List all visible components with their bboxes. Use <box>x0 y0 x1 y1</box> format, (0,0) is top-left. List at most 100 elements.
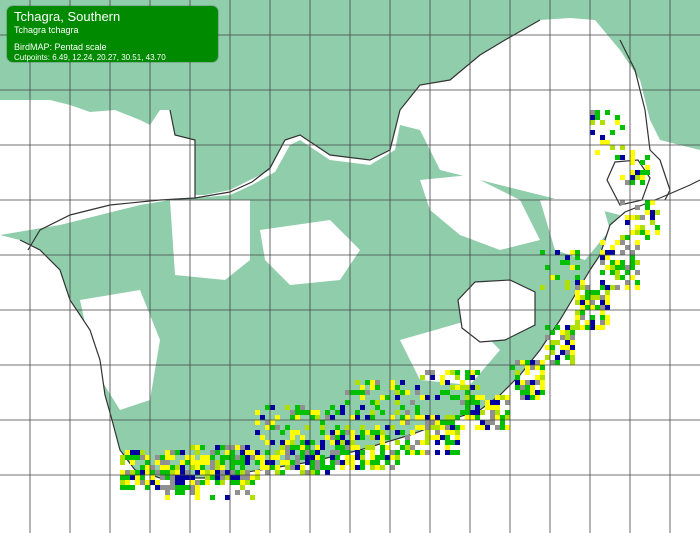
occurrence-pentad-cell <box>225 445 230 450</box>
occurrence-pentad-cell <box>375 385 380 390</box>
occurrence-pentad-cell <box>450 420 455 425</box>
occurrence-pentad-cell <box>590 320 595 325</box>
occurrence-pentad-cell <box>600 270 605 275</box>
occurrence-pentad-cell <box>210 470 215 475</box>
occurrence-pentad-cell <box>575 315 580 320</box>
occurrence-pentad-cell <box>145 480 150 485</box>
occurrence-pentad-cell <box>140 465 145 470</box>
occurrence-pentad-cell <box>635 260 640 265</box>
occurrence-pentad-cell <box>415 440 420 445</box>
occurrence-pentad-cell <box>415 415 420 420</box>
occurrence-pentad-cell <box>330 405 335 410</box>
occurrence-pentad-cell <box>475 405 480 410</box>
occurrence-pentad-cell <box>425 430 430 435</box>
occurrence-pentad-cell <box>245 445 250 450</box>
occurrence-pentad-cell <box>610 245 615 250</box>
occurrence-pentad-cell <box>200 460 205 465</box>
occurrence-pentad-cell <box>645 165 650 170</box>
occurrence-pentad-cell <box>440 375 445 380</box>
occurrence-pentad-cell <box>330 460 335 465</box>
occurrence-pentad-cell <box>310 440 315 445</box>
occurrence-pentad-cell <box>305 455 310 460</box>
occurrence-pentad-cell <box>410 450 415 455</box>
occurrence-pentad-cell <box>245 455 250 460</box>
occurrence-pentad-cell <box>305 450 310 455</box>
occurrence-pentad-cell <box>265 450 270 455</box>
occurrence-pentad-cell <box>600 300 605 305</box>
occurrence-pentad-cell <box>475 395 480 400</box>
occurrence-pentad-cell <box>645 230 650 235</box>
occurrence-pentad-cell <box>125 470 130 475</box>
occurrence-pentad-cell <box>425 435 430 440</box>
occurrence-pentad-cell <box>360 460 365 465</box>
occurrence-pentad-cell <box>365 380 370 385</box>
occurrence-pentad-cell <box>400 405 405 410</box>
occurrence-pentad-cell <box>570 360 575 365</box>
species-legend-panel: Tchagra, Southern Tchagra tchagra BirdMA… <box>7 6 218 62</box>
occurrence-pentad-cell <box>195 470 200 475</box>
occurrence-pentad-cell <box>215 470 220 475</box>
occurrence-pentad-cell <box>165 460 170 465</box>
occurrence-pentad-cell <box>365 390 370 395</box>
occurrence-pentad-cell <box>315 415 320 420</box>
occurrence-pentad-cell <box>265 465 270 470</box>
occurrence-pentad-cell <box>170 465 175 470</box>
occurrence-pentad-cell <box>480 395 485 400</box>
occurrence-pentad-cell <box>465 390 470 395</box>
occurrence-pentad-cell <box>530 365 535 370</box>
occurrence-pentad-cell <box>625 265 630 270</box>
occurrence-pentad-cell <box>360 405 365 410</box>
occurrence-pentad-cell <box>180 470 185 475</box>
occurrence-pentad-cell <box>375 435 380 440</box>
occurrence-pentad-cell <box>205 470 210 475</box>
occurrence-pentad-cell <box>180 475 185 480</box>
occurrence-pentad-cell <box>285 460 290 465</box>
occurrence-pentad-cell <box>500 415 505 420</box>
occurrence-pentad-cell <box>600 305 605 310</box>
occurrence-pentad-cell <box>635 215 640 220</box>
occurrence-pentad-cell <box>395 440 400 445</box>
occurrence-pentad-cell <box>350 445 355 450</box>
occurrence-pentad-cell <box>300 440 305 445</box>
occurrence-pentad-cell <box>270 425 275 430</box>
occurrence-pentad-cell <box>245 470 250 475</box>
occurrence-pentad-cell <box>395 430 400 435</box>
occurrence-pentad-cell <box>230 465 235 470</box>
occurrence-pentad-cell <box>280 445 285 450</box>
occurrence-pentad-cell <box>320 440 325 445</box>
occurrence-pentad-cell <box>610 265 615 270</box>
occurrence-pentad-cell <box>305 440 310 445</box>
occurrence-pentad-cell <box>290 465 295 470</box>
occurrence-pentad-cell <box>525 390 530 395</box>
occurrence-pentad-cell <box>200 470 205 475</box>
occurrence-pentad-cell <box>170 470 175 475</box>
occurrence-pentad-cell <box>505 400 510 405</box>
occurrence-pentad-cell <box>195 480 200 485</box>
occurrence-pentad-cell <box>295 410 300 415</box>
occurrence-pentad-cell <box>375 380 380 385</box>
occurrence-pentad-cell <box>135 450 140 455</box>
occurrence-pentad-cell <box>605 290 610 295</box>
occurrence-pentad-cell <box>505 425 510 430</box>
distribution-map: Tchagra, Southern Tchagra tchagra BirdMA… <box>0 0 700 533</box>
occurrence-pentad-cell <box>445 430 450 435</box>
occurrence-pentad-cell <box>295 405 300 410</box>
occurrence-pentad-cell <box>570 265 575 270</box>
occurrence-pentad-cell <box>325 415 330 420</box>
occurrence-pentad-cell <box>300 435 305 440</box>
occurrence-pentad-cell <box>345 445 350 450</box>
occurrence-pentad-cell <box>165 485 170 490</box>
occurrence-pentad-cell <box>625 245 630 250</box>
occurrence-pentad-cell <box>360 455 365 460</box>
occurrence-pentad-cell <box>145 465 150 470</box>
occurrence-pentad-cell <box>585 305 590 310</box>
occurrence-pentad-cell <box>585 295 590 300</box>
occurrence-pentad-cell <box>640 225 645 230</box>
occurrence-pentad-cell <box>420 395 425 400</box>
occurrence-pentad-cell <box>575 320 580 325</box>
occurrence-pentad-cell <box>505 395 510 400</box>
occurrence-pentad-cell <box>530 390 535 395</box>
occurrence-pentad-cell <box>370 455 375 460</box>
occurrence-pentad-cell <box>160 455 165 460</box>
occurrence-pentad-cell <box>375 455 380 460</box>
